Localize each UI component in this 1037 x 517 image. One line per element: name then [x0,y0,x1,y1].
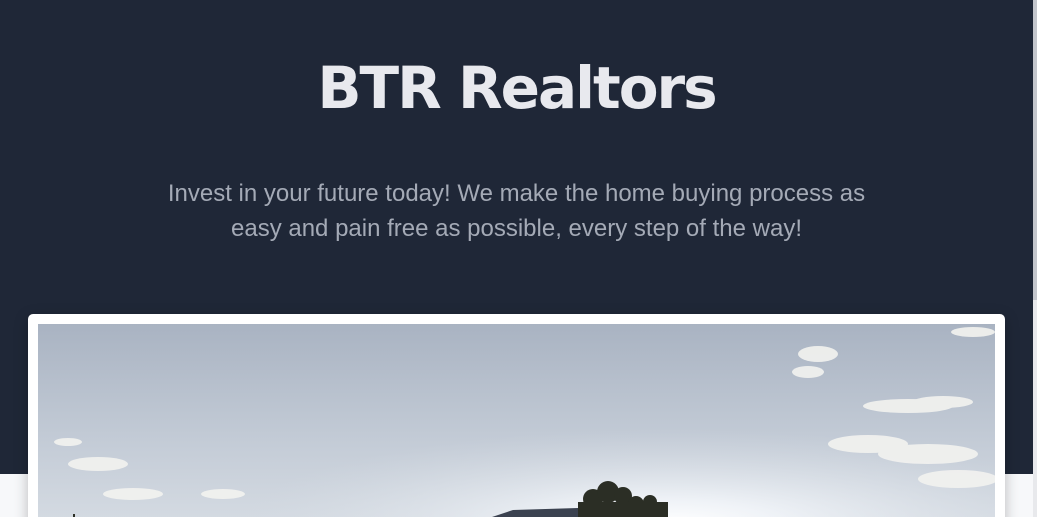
hero-subtitle: Invest in your future today! We make the… [167,180,866,242]
house-photo [38,324,995,517]
scrollbar-thumb[interactable] [1033,0,1037,300]
sky-photo-graphic [38,324,995,517]
hero-image-card [28,314,1005,517]
page-scrollbar[interactable] [1033,0,1037,517]
page: BTR Realtors Invest in your future today… [0,0,1037,517]
page-title: BTR Realtors [317,54,717,122]
